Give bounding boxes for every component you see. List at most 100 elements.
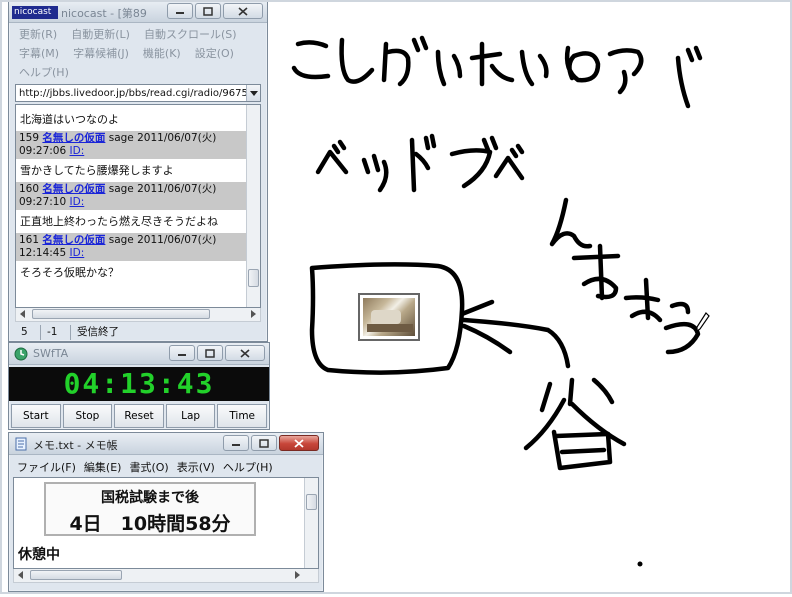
handwriting-line-3 xyxy=(549,197,701,355)
post-meta: sage 2011/06/07(火) xyxy=(108,183,217,195)
bubble-tail xyxy=(459,299,571,369)
drawing-canvas[interactable] xyxy=(268,0,792,594)
post-body: そろそろ仮眠かな？ xyxy=(20,266,119,279)
timer-display: 04:13:43 xyxy=(9,367,269,401)
window-title: nicocast - [第89 xyxy=(61,7,147,20)
post-number: 161 xyxy=(19,234,40,246)
menu-edit[interactable]: 編集(E) xyxy=(84,459,122,475)
menu-functions[interactable]: 機能(K) xyxy=(143,45,181,61)
menu-help[interactable]: ヘルプ(H) xyxy=(19,64,69,80)
close-button[interactable] xyxy=(225,345,265,361)
scroll-left-icon[interactable] xyxy=(20,310,25,318)
post-time: 12:14:45 xyxy=(19,247,67,259)
status-note: 休憩中 xyxy=(18,547,60,563)
bbs-browser-window: nicocast nicocast - [第89 更新(R) 自動更新(L) 自… xyxy=(8,0,268,342)
browser-menubar: 更新(R) 自動更新(L) 自動スクロール(S) 字幕(M) 字幕候補(J) 機… xyxy=(9,23,267,82)
menu-file[interactable]: ファイル(F) xyxy=(17,459,76,475)
post-item: 159 名無しの仮面 sage 2011/06/07(火) 09:27:06 I… xyxy=(16,131,246,182)
post-meta: sage 2011/06/07(火) xyxy=(108,132,217,144)
lap-button[interactable]: Lap xyxy=(165,404,216,428)
menu-refresh[interactable]: 更新(R) xyxy=(19,26,57,42)
scrollbar-thumb[interactable] xyxy=(248,269,259,287)
url-bar xyxy=(15,84,261,102)
post-time: 09:27:06 xyxy=(19,145,67,157)
stopwatch-window: SWfTA 04:13:43 Start Stop Reset Lap Time xyxy=(8,342,270,430)
scrollbar-thumb[interactable] xyxy=(32,309,210,319)
thread-vertical-scrollbar[interactable] xyxy=(246,105,260,307)
time-button[interactable]: Time xyxy=(217,404,267,428)
browser-titlebar[interactable]: nicocast nicocast - [第89 xyxy=(9,1,267,23)
post-meta: sage 2011/06/07(火) xyxy=(108,234,217,246)
handwriting-line-1 xyxy=(291,35,703,109)
post-body: 雪かきしてたら腰爆発しますよ xyxy=(20,164,174,177)
menu-auto-refresh[interactable]: 自動更新(L) xyxy=(71,26,130,42)
post-id-link[interactable]: ID: xyxy=(70,247,85,259)
photo-thumbnail xyxy=(358,293,420,341)
stop-button[interactable]: Stop xyxy=(62,404,113,428)
close-button[interactable] xyxy=(279,435,319,451)
app-icon: nicocast xyxy=(12,6,58,19)
notepad-icon xyxy=(14,437,28,451)
url-input[interactable] xyxy=(16,85,254,101)
menu-settings[interactable]: 設定(O) xyxy=(195,45,234,61)
notepad-horizontal-scrollbar[interactable] xyxy=(13,569,319,583)
thread-horizontal-scrollbar[interactable] xyxy=(15,308,261,322)
window-title: SWfTA xyxy=(33,347,69,360)
post-id-link[interactable]: ID: xyxy=(70,145,85,157)
reset-button[interactable]: Reset xyxy=(114,404,164,428)
post-number: 160 xyxy=(19,183,40,195)
post-id-link[interactable]: ID: xyxy=(70,196,85,208)
post-header: 161 名無しの仮面 sage 2011/06/07(火) 12:14:45 I… xyxy=(16,233,246,261)
post-author-link[interactable]: 名無しの仮面 xyxy=(42,234,105,246)
handwriting-layer xyxy=(291,35,703,567)
post-header: 159 名無しの仮面 sage 2011/06/07(火) 09:27:06 I… xyxy=(16,131,246,159)
notepad-text-area[interactable]: 国税試験まで後 4日 10時間58分 休憩中 xyxy=(13,477,319,569)
countdown-value: 4日 10時間58分 xyxy=(69,513,231,535)
menu-format[interactable]: 書式(O) xyxy=(129,459,168,475)
post-body: 正直地上終わったら燃え尽きそうだよね xyxy=(20,215,218,228)
minimize-button[interactable] xyxy=(169,345,195,361)
notepad-menubar: ファイル(F) 編集(E) 書式(O) 表示(V) ヘルプ(H) xyxy=(9,455,323,477)
countdown-box: 国税試験まで後 4日 10時間58分 xyxy=(44,482,256,536)
close-button[interactable] xyxy=(223,3,263,19)
status-text: 受信終了 xyxy=(77,326,119,338)
scrollbar-thumb[interactable] xyxy=(30,570,122,580)
browser-statusbar: 5 -1 受信終了 xyxy=(15,325,261,340)
thread-view[interactable]: 北海道はいつなのよ 159 名無しの仮面 sage 2011/06/07(火) … xyxy=(15,104,261,308)
notepad-window: メモ.txt - メモ帳 ファイル(F) 編集(E) 書式(O) 表示(V) ヘ… xyxy=(8,432,324,592)
scroll-right-icon[interactable] xyxy=(251,310,256,318)
post-author-link[interactable]: 名無しの仮面 xyxy=(42,132,105,144)
post-number: 159 xyxy=(19,132,40,144)
clock-icon xyxy=(14,347,28,361)
menu-view[interactable]: 表示(V) xyxy=(177,459,215,475)
window-title: メモ.txt - メモ帳 xyxy=(33,439,118,452)
menu-subtitle[interactable]: 字幕(M) xyxy=(19,45,59,61)
menu-help[interactable]: ヘルプ(H) xyxy=(223,459,273,475)
maximize-button[interactable] xyxy=(197,345,223,361)
post-item: 160 名無しの仮面 sage 2011/06/07(火) 09:27:10 I… xyxy=(16,182,246,233)
scroll-left-icon[interactable] xyxy=(18,571,23,579)
post-time: 09:27:10 xyxy=(19,196,67,208)
maximize-button[interactable] xyxy=(251,435,277,451)
start-button[interactable]: Start xyxy=(11,404,61,428)
status-count: 5 xyxy=(15,325,41,340)
timer-button-row: Start Stop Reset Lap Time xyxy=(9,401,269,428)
stopwatch-titlebar[interactable]: SWfTA xyxy=(9,343,269,365)
scrollbar-thumb[interactable] xyxy=(306,494,317,510)
post-item: 161 名無しの仮面 sage 2011/06/07(火) 12:14:45 I… xyxy=(16,233,246,284)
scroll-right-icon[interactable] xyxy=(295,571,300,579)
chevron-down-icon xyxy=(249,90,258,96)
menu-auto-scroll[interactable]: 自動スクロール(S) xyxy=(144,26,237,42)
handwriting-line-2 xyxy=(315,133,525,193)
notepad-titlebar[interactable]: メモ.txt - メモ帳 xyxy=(9,433,323,455)
notepad-vertical-scrollbar[interactable] xyxy=(304,478,318,568)
post-author-link[interactable]: 名無しの仮面 xyxy=(42,183,105,195)
countdown-label: 国税試験まで後 xyxy=(101,490,199,506)
status-offset: -1 xyxy=(41,325,71,340)
maximize-button[interactable] xyxy=(195,3,221,19)
menu-subtitle-candidates[interactable]: 字幕候補(J) xyxy=(73,45,129,61)
minimize-button[interactable] xyxy=(167,3,193,19)
url-dropdown-button[interactable] xyxy=(246,85,260,101)
post-header: 160 名無しの仮面 sage 2011/06/07(火) 09:27:10 I… xyxy=(16,182,246,210)
minimize-button[interactable] xyxy=(223,435,249,451)
